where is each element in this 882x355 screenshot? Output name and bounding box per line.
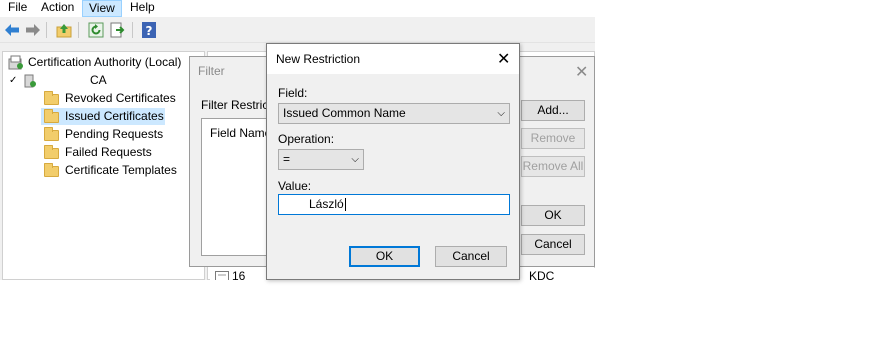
tree-item-label: Failed Requests xyxy=(65,145,152,159)
tree-item-revoked-certificates[interactable]: Revoked Certificates xyxy=(41,90,181,107)
menu-bar: File Action View Help xyxy=(0,0,595,17)
new-restriction-title: New Restriction xyxy=(276,52,361,66)
export-icon[interactable] xyxy=(108,21,126,39)
tree-item-certificate-templates[interactable]: Certificate Templates xyxy=(41,162,201,179)
operation-select[interactable]: = ⌵ xyxy=(278,149,364,170)
forward-arrow-icon[interactable] xyxy=(24,21,42,39)
close-icon[interactable]: ✕ xyxy=(575,62,588,82)
folder-icon xyxy=(44,127,59,141)
back-arrow-icon[interactable] xyxy=(3,21,21,39)
field-label: Field: xyxy=(278,86,308,100)
toolbar-separator xyxy=(46,22,47,38)
filter-ok-button[interactable]: OK xyxy=(521,205,585,226)
field-select-value: Issued Common Name xyxy=(283,106,406,120)
tree-item-issued-certificates[interactable]: Issued Certificates xyxy=(41,108,165,125)
tree-root-label: Certification Authority (Local) xyxy=(28,55,182,69)
toolbar-separator xyxy=(132,22,133,38)
folder-icon xyxy=(44,91,59,105)
menu-help[interactable]: Help xyxy=(124,0,161,17)
tree-item-label: Issued Certificates xyxy=(65,109,164,123)
text-caret xyxy=(344,198,346,212)
ca-server-icon xyxy=(23,74,37,88)
refresh-icon[interactable] xyxy=(87,21,105,39)
menu-view[interactable]: View xyxy=(82,0,122,17)
svg-text:?: ? xyxy=(146,24,153,38)
field-select[interactable]: Issued Common Name ⌵ xyxy=(278,103,510,124)
value-input[interactable]: László xyxy=(278,194,510,215)
operation-label: Operation: xyxy=(278,132,335,146)
chevron-down-icon: ⌵ xyxy=(351,154,359,165)
tree-ca-node[interactable]: ✓ CA xyxy=(6,72,206,89)
tree-item-failed-requests[interactable]: Failed Requests xyxy=(41,144,181,161)
request-id-cell: 16 xyxy=(232,269,246,280)
restriction-cancel-button[interactable]: Cancel xyxy=(435,246,507,267)
help-icon[interactable]: ? xyxy=(140,21,158,39)
tree-ca-label: CA xyxy=(90,73,107,87)
new-restriction-titlebar: New Restriction ✕ xyxy=(267,44,519,74)
tree-item-label: Certificate Templates xyxy=(65,163,177,177)
filter-dialog-title: Filter xyxy=(198,64,225,78)
close-icon[interactable]: ✕ xyxy=(497,49,510,69)
filter-cancel-button[interactable]: Cancel xyxy=(521,234,585,255)
folder-icon xyxy=(44,109,59,123)
certification-authority-icon xyxy=(8,55,24,70)
remove-restriction-button[interactable]: Remove xyxy=(521,128,585,149)
certificate-icon xyxy=(215,270,229,280)
tree-root[interactable]: Certification Authority (Local) xyxy=(6,54,206,71)
remove-all-button[interactable]: Remove All xyxy=(521,156,585,177)
menu-file[interactable]: File xyxy=(2,0,33,17)
tree-item-label: Pending Requests xyxy=(65,127,164,141)
chevron-down-icon: ⌵ xyxy=(497,108,505,119)
toolbar-separator xyxy=(78,22,79,38)
menu-action[interactable]: Action xyxy=(35,0,80,17)
tree-item-label: Revoked Certificates xyxy=(65,91,176,105)
filter-restrictions-list[interactable]: Field Name xyxy=(201,118,273,256)
folder-icon xyxy=(44,145,59,159)
certificate-template-cell: KDC Authen xyxy=(529,269,555,280)
tree-item-pending-requests[interactable]: Pending Requests xyxy=(41,126,181,143)
up-folder-icon[interactable] xyxy=(55,21,73,39)
operation-select-value: = xyxy=(283,152,291,166)
value-input-text: László xyxy=(309,197,344,211)
field-name-column-header[interactable]: Field Name xyxy=(210,126,271,140)
add-restriction-button[interactable]: Add... xyxy=(521,100,585,121)
toolbar: ? xyxy=(0,17,595,43)
new-restriction-dialog: New Restriction ✕ Field: Issued Common N… xyxy=(266,43,520,280)
console-tree: Certification Authority (Local) ✓ CA Rev… xyxy=(2,51,205,280)
restriction-ok-button[interactable]: OK xyxy=(349,246,420,267)
folder-icon xyxy=(44,163,59,177)
chevron-down-icon[interactable]: ✓ xyxy=(9,72,17,89)
value-label: Value: xyxy=(278,179,312,193)
